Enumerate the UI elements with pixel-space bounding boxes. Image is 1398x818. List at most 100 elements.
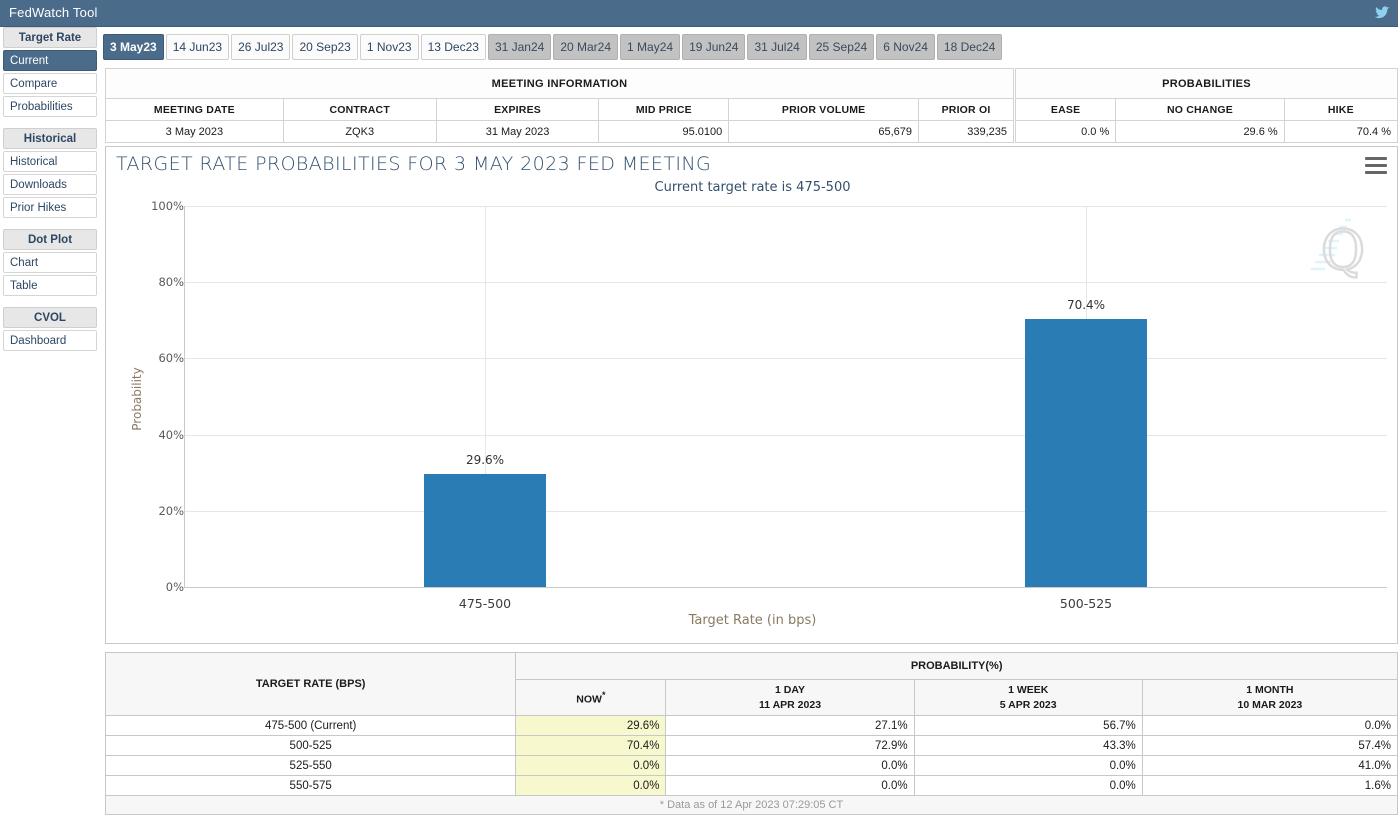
sidebar-item-prior-hikes[interactable]: Prior Hikes — [3, 197, 97, 218]
col-ease: EASE — [1014, 98, 1117, 121]
tab-14-jun23[interactable]: 14 Jun23 — [165, 34, 230, 60]
table-row: 475-500 (Current) 29.6% 27.1% 56.7% 0.0% — [104, 715, 1398, 736]
col-mid-price: MID PRICE — [598, 98, 730, 121]
probability-table-wrap: TARGET RATE (BPS) PROBABILITY(%) NOW* 1 D… — [104, 652, 1398, 815]
cell-ease: 0.0 % — [1014, 120, 1117, 143]
cell-week: 0.0% — [913, 775, 1143, 796]
y-axis-tick-label: 80% — [158, 275, 184, 290]
bar-475-500[interactable] — [424, 474, 546, 587]
cell-now: 0.0% — [515, 775, 667, 796]
col-1-day: 1 DAY 11 APR 2023 — [665, 679, 915, 716]
cell-week: 56.7% — [913, 715, 1143, 736]
x-axis-category-label: 475-500 — [458, 596, 512, 611]
y-gridline — [184, 206, 1387, 207]
tab-20-sep23[interactable]: 20 Sep23 — [292, 34, 358, 60]
col-head-line2: 5 APR 2023 — [999, 698, 1057, 711]
sidebar-group-heading: Historical — [3, 128, 97, 149]
cell-now: 29.6% — [515, 715, 667, 736]
cell-prior-volume: 65,679 — [728, 120, 920, 143]
cell-day: 27.1% — [665, 715, 915, 736]
sidebar-item-compare[interactable]: Compare — [3, 73, 97, 94]
info-tables: MEETING INFORMATION MEETING DATE CONTRAC… — [105, 68, 1398, 144]
cell-rate: 500-525 — [104, 735, 517, 756]
cell-mid-price: 95.0100 — [598, 120, 730, 143]
sidebar-group-heading: Target Rate — [3, 27, 97, 48]
col-head-line1: 1 DAY — [775, 684, 805, 697]
tab-1-may24[interactable]: 1 May24 — [620, 34, 681, 60]
meeting-date-tabstrip[interactable]: 3 May23 14 Jun23 26 Jul23 20 Sep23 1 Nov23 13… — [100, 34, 1398, 62]
sidebar-item-historical[interactable]: Historical — [3, 151, 97, 172]
window-titlebar: FedWatch Tool — [0, 0, 1398, 27]
tab-18-dec24[interactable]: 18 Dec24 — [936, 34, 1003, 60]
cell-day: 72.9% — [665, 735, 915, 756]
cell-day: 0.0% — [665, 775, 915, 796]
y-axis-tick-label: 100% — [151, 199, 184, 213]
cell-rate: 525-550 — [104, 755, 517, 776]
cell-week: 0.0% — [913, 755, 1143, 776]
col-probability-span: PROBABILITY(%) — [515, 652, 1398, 680]
y-axis-line — [184, 206, 185, 587]
col-head-line2: 10 MAR 2023 — [1237, 698, 1303, 711]
tab-6-nov24[interactable]: 6 Nov24 — [876, 34, 935, 60]
cell-now: 0.0% — [515, 755, 667, 776]
sidebar-item-dashboard[interactable]: Dashboard — [3, 330, 97, 351]
window-title: FedWatch Tool — [9, 5, 98, 20]
x-axis-category-label: 500-525 — [1059, 596, 1113, 611]
y-axis-tick-label: 60% — [158, 351, 184, 366]
col-head-line2: 11 APR 2023 — [758, 698, 822, 711]
sidebar-item-downloads[interactable]: Downloads — [3, 174, 97, 195]
col-prior-oi: PRIOR OI — [918, 98, 1014, 121]
col-1-month: 1 MONTH 10 MAR 2023 — [1141, 679, 1398, 716]
cell-hike: 70.4 % — [1283, 120, 1398, 143]
y-axis-tick-label: 0% — [165, 580, 184, 594]
cell-prior-oi: 339,235 — [918, 120, 1014, 143]
tab-3-may23[interactable]: 3 May23 — [103, 34, 164, 60]
x-axis-label: Target Rate (in bps) — [688, 613, 817, 628]
bar-500-525[interactable] — [1025, 319, 1147, 587]
cell-month: 57.4% — [1141, 735, 1398, 756]
chart-panel: TARGET RATE PROBABILITIES FOR 3 MAY 2023… — [105, 146, 1398, 644]
cell-no-change: 29.6 % — [1115, 120, 1285, 143]
data-timestamp-footnote: * Data as of 12 Apr 2023 07:29:05 CT — [105, 796, 1398, 815]
meeting-information-row: 3 May 2023 ZQK3 31 May 2023 95.0100 65,6… — [105, 120, 1014, 143]
sidebar-item-current[interactable]: Current — [3, 50, 97, 71]
col-expires: EXPIRES — [435, 98, 600, 121]
cell-month: 0.0% — [1141, 715, 1398, 736]
probability-table-body: 475-500 (Current) 29.6% 27.1% 56.7% 0.0% 500-… — [104, 715, 1398, 796]
probability-table: TARGET RATE (BPS) PROBABILITY(%) NOW* 1 D… — [104, 652, 1398, 796]
table-row: 500-525 70.4% 72.9% 43.3% 57.4% — [104, 735, 1398, 756]
tab-31-jan24[interactable]: 31 Jan24 — [487, 34, 552, 60]
cell-week: 43.3% — [913, 735, 1143, 756]
cell-month: 41.0% — [1141, 755, 1398, 776]
q-logo-watermark-icon: Q — [1311, 218, 1366, 283]
probabilities-summary-row: 0.0 % 29.6 % 70.4 % — [1014, 120, 1398, 143]
tab-31-jul24[interactable]: 31 Jul24 — [747, 34, 807, 60]
col-hike: HIKE — [1283, 98, 1398, 121]
tab-20-mar24[interactable]: 20 Mar24 — [553, 34, 619, 60]
col-prior-volume: PRIOR VOLUME — [728, 98, 920, 121]
col-head-line1: 1 WEEK — [1008, 684, 1049, 697]
sidebar: Target Rate Current Compare Probabilities Hi… — [0, 27, 100, 818]
tab-25-sep24[interactable]: 25 Sep24 — [808, 34, 875, 60]
tab-1-nov23[interactable]: 1 Nov23 — [359, 34, 419, 60]
y-gridline — [184, 510, 1387, 512]
cell-rate: 475-500 (Current) — [104, 715, 517, 736]
sidebar-item-chart[interactable]: Chart — [3, 252, 97, 273]
col-1-week: 1 WEEK 5 APR 2023 — [913, 679, 1143, 716]
meeting-information-heading: MEETING INFORMATION — [105, 68, 1014, 99]
probabilities-summary-table: PROBABILITIES EASE NO CHANGE HIKE 0.0 % … — [1014, 68, 1398, 143]
cell-month: 1.6% — [1141, 775, 1398, 796]
tab-13-dec23[interactable]: 13 Dec23 — [420, 34, 486, 60]
col-target-rate-bps: TARGET RATE (BPS) — [104, 652, 517, 716]
cell-meeting-date: 3 May 2023 — [105, 120, 284, 143]
table-row: 525-550 0.0% 0.0% 0.0% 41.0% — [104, 755, 1398, 776]
meeting-information-table: MEETING INFORMATION MEETING DATE CONTRAC… — [105, 68, 1014, 143]
tab-26-jul23[interactable]: 26 Jul23 — [231, 34, 291, 60]
tab-19-jun24[interactable]: 19 Jun24 — [682, 34, 746, 60]
sidebar-item-table[interactable]: Table — [3, 275, 97, 296]
cell-contract: ZQK3 — [282, 120, 437, 143]
bar-value-label: 70.4% — [1066, 298, 1106, 312]
sidebar-item-probabilities[interactable]: Probabilities — [3, 96, 97, 117]
